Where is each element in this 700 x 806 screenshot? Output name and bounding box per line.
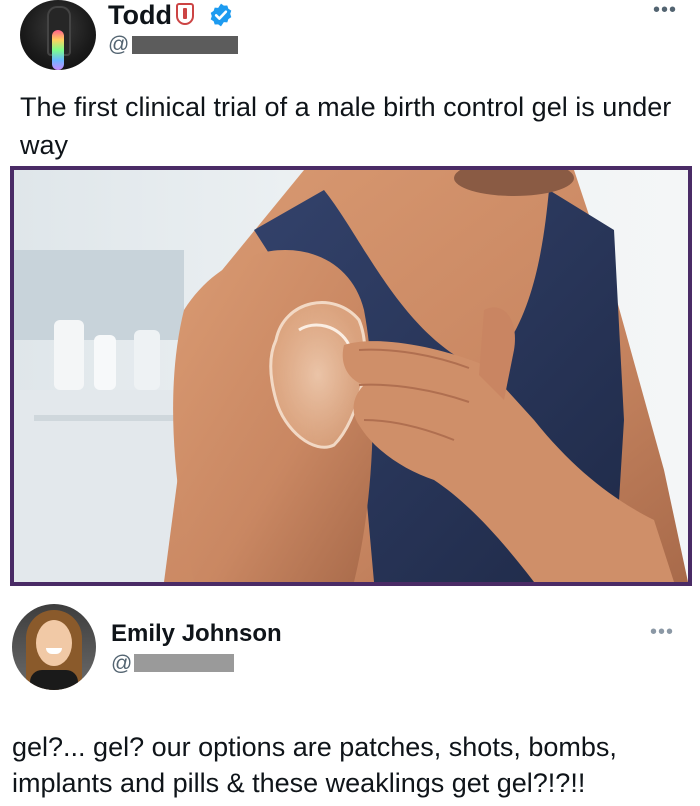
verified-badge-icon bbox=[210, 3, 232, 27]
redacted-handle bbox=[132, 36, 238, 54]
more-options-icon[interactable]: ••• bbox=[650, 622, 674, 642]
avatar-shirt bbox=[30, 670, 78, 690]
reply-author-handle[interactable]: @ bbox=[111, 652, 132, 676]
avatar-face bbox=[36, 620, 72, 666]
author-avatar[interactable] bbox=[20, 0, 96, 70]
author-name[interactable]: Todd bbox=[108, 0, 172, 30]
reply-author-avatar[interactable] bbox=[12, 604, 96, 690]
author-handle[interactable]: @ bbox=[108, 33, 129, 57]
photo-illustration bbox=[14, 170, 688, 582]
redacted-handle bbox=[134, 654, 234, 672]
handle-prefix: @ bbox=[111, 652, 133, 675]
post-text: The first clinical trial of a male birth… bbox=[20, 92, 672, 160]
reply-author-name[interactable]: Emily Johnson bbox=[111, 620, 282, 648]
post-image[interactable] bbox=[10, 166, 692, 586]
avatar-rainbow bbox=[52, 30, 64, 70]
reply-text: gel?... gel? our options are patches, sh… bbox=[12, 732, 617, 798]
shield-icon bbox=[176, 3, 194, 25]
more-options-icon[interactable]: ••• bbox=[653, 0, 677, 20]
handle-prefix: @ bbox=[108, 33, 130, 56]
